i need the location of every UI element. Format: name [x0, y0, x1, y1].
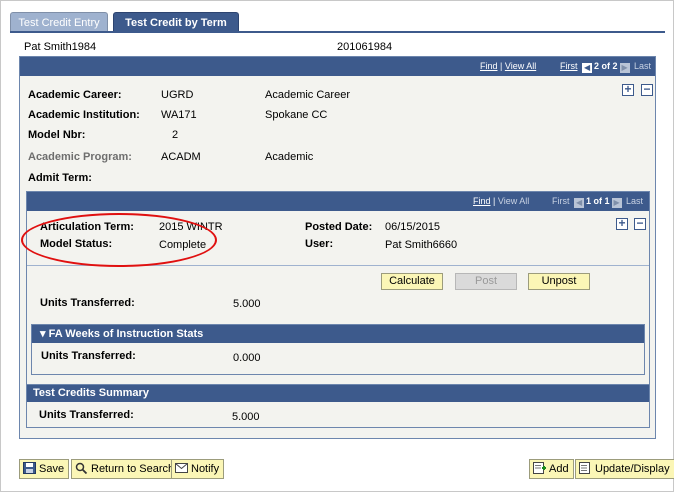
- inner-nav-paging: First ◀ 1 of 1 ▶ Last: [552, 192, 643, 211]
- outer-nav-bar: Find | View All First ◀ 2 of 2 ▶ Last: [20, 57, 655, 76]
- model-status-value: Complete: [159, 239, 207, 251]
- user-label: User:: [305, 238, 334, 250]
- fa-units-label: Units Transferred:: [41, 350, 136, 362]
- inner-find-link[interactable]: Find: [473, 196, 491, 206]
- outer-nav-paging: First ◀ 2 of 2 ▶ Last: [560, 57, 651, 76]
- tab-test-credit-by-term[interactable]: Test Credit by Term: [113, 12, 239, 32]
- save-button[interactable]: Save: [19, 459, 70, 479]
- institution-code: WA171: [161, 109, 197, 121]
- units-transferred-value: 5.000: [233, 298, 261, 310]
- inner-next-arrow-icon: ▶: [611, 198, 622, 208]
- update-display-label: Update/Display: [595, 463, 670, 475]
- program-code: ACADM: [161, 151, 201, 163]
- test-credits-summary: Test Credits Summary Units Transferred: …: [26, 384, 650, 428]
- inner-view-all-link: View All: [497, 196, 530, 206]
- search-icon: [75, 462, 88, 475]
- model-nbr-label: Model Nbr:: [28, 129, 86, 141]
- model-status-label: Model Status:: [40, 238, 113, 250]
- articulation-term-value: 2015 WINTR: [159, 221, 223, 233]
- prev-arrow-icon[interactable]: ◀: [582, 63, 593, 73]
- inner-add-row-icon[interactable]: +: [616, 217, 628, 230]
- posted-date-label: Posted Date:: [305, 221, 373, 233]
- notify-icon: [175, 462, 188, 474]
- tab-underline: [10, 31, 665, 33]
- delete-row-icon[interactable]: −: [641, 83, 653, 96]
- units-transferred-label: Units Transferred:: [40, 297, 135, 309]
- outer-last-link: Last: [634, 61, 652, 71]
- update-display-icon: [579, 462, 592, 474]
- admit-term-label: Admit Term:: [28, 172, 92, 184]
- save-icon: [23, 462, 36, 474]
- articulation-term-label: Articulation Term:: [40, 221, 134, 233]
- term-group-box: Find | View All First ◀ 2 of 2 ▶ Last + − …: [19, 56, 656, 439]
- fa-weeks-group: ▾ FA Weeks of Instruction Stats Units Tr…: [31, 324, 645, 375]
- add-label: Add: [549, 463, 569, 475]
- notify-button[interactable]: Notify: [171, 459, 225, 479]
- return-to-search-label: Return to Search: [91, 463, 175, 475]
- student-id: 201061984: [337, 41, 393, 53]
- return-to-search-button[interactable]: Return to Search: [71, 459, 180, 479]
- program-desc: Academic: [265, 151, 314, 163]
- outer-row-counter: 2 of 2: [594, 61, 618, 71]
- inner-delete-row-icon[interactable]: −: [634, 217, 646, 230]
- tab-test-credit-entry[interactable]: Test Credit Entry: [10, 12, 108, 32]
- outer-nav-find-viewall: Find | View All: [480, 61, 537, 71]
- inner-last-link: Last: [626, 196, 644, 206]
- outer-find-link[interactable]: Find: [480, 61, 498, 71]
- career-desc: Academic Career: [265, 89, 350, 101]
- save-label: Save: [39, 463, 65, 475]
- inner-prev-arrow-icon: ◀: [574, 198, 585, 208]
- add-icon: [533, 462, 546, 474]
- collapse-triangle-icon[interactable]: ▾: [40, 328, 46, 340]
- fa-weeks-title: FA Weeks of Instruction Stats: [48, 328, 204, 340]
- institution-desc: Spokane CC: [265, 109, 328, 121]
- summary-units-value: 5.000: [232, 411, 260, 423]
- model-nbr-value: 2: [172, 129, 179, 141]
- inner-first-link: First: [552, 196, 570, 206]
- section-divider: [27, 265, 649, 266]
- add-row-icon[interactable]: +: [622, 83, 634, 96]
- program-label: Academic Program:: [28, 151, 132, 163]
- inner-nav-find-viewall: Find | View All: [473, 196, 530, 206]
- summary-title: Test Credits Summary: [27, 385, 649, 402]
- unpost-button[interactable]: Unpost: [528, 273, 590, 290]
- post-button: Post: [455, 273, 517, 290]
- career-label: Academic Career:: [28, 89, 122, 101]
- fa-units-value: 0.000: [233, 352, 261, 364]
- summary-units-label: Units Transferred:: [39, 409, 134, 421]
- next-arrow-icon: ▶: [619, 63, 630, 73]
- inner-nav-bar: Find | View All First ◀ 1 of 1 ▶ Last: [27, 192, 649, 211]
- institution-label: Academic Institution:: [28, 109, 140, 121]
- student-name: Pat Smith1984: [24, 41, 97, 53]
- calculate-button[interactable]: Calculate: [381, 273, 443, 290]
- fa-weeks-header[interactable]: ▾ FA Weeks of Instruction Stats: [32, 325, 644, 343]
- add-button[interactable]: Add: [529, 459, 574, 479]
- user-value: Pat Smith6660: [385, 239, 458, 251]
- inner-row-counter: 1 of 1: [586, 196, 610, 206]
- career-code: UGRD: [161, 89, 194, 101]
- posted-date-value: 06/15/2015: [385, 221, 441, 233]
- notify-label: Notify: [191, 463, 220, 475]
- outer-view-all-link[interactable]: View All: [505, 61, 536, 71]
- update-display-button[interactable]: Update/Display: [575, 459, 674, 479]
- outer-first-link[interactable]: First: [560, 61, 578, 71]
